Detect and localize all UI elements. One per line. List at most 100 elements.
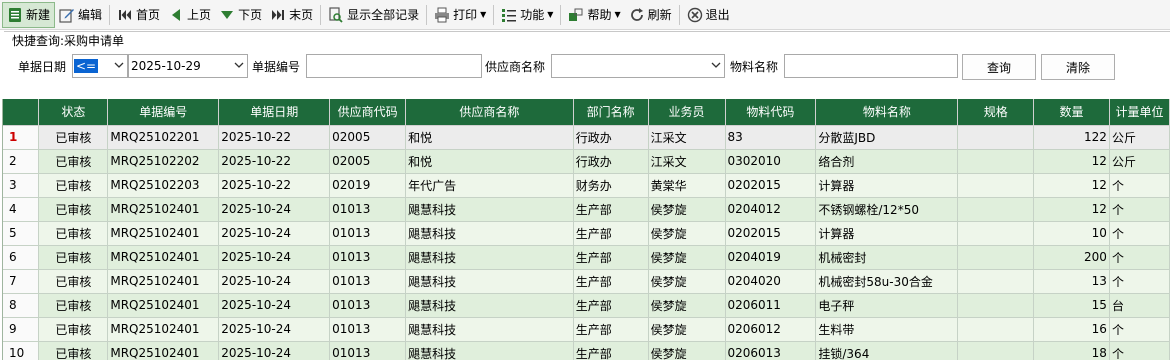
material-label: 物料名称 xyxy=(730,60,779,74)
table-row[interactable]: 5 已审核 MRQ25102401 2025-10-24 01013 飓慧科技 生产部 侯梦旋… xyxy=(3,221,1170,246)
help-button[interactable]: 帮助 ▼ xyxy=(564,2,624,28)
cell-material-code: 0302010 xyxy=(725,149,817,174)
table-row[interactable]: 6 已审核 MRQ25102401 2025-10-24 01013 飓慧科技 生产部 侯梦旋… xyxy=(3,245,1170,270)
column-header-doc-date[interactable]: 单据日期 xyxy=(218,99,331,126)
cell-spec xyxy=(957,125,1035,150)
query-button[interactable]: 查询 xyxy=(962,54,1036,80)
column-header-status[interactable]: 状态 xyxy=(38,99,109,126)
prev-page-icon xyxy=(168,7,184,23)
new-doc-icon xyxy=(7,7,23,23)
table-row[interactable]: 8 已审核 MRQ25102401 2025-10-24 01013 飓慧科技 生产部 侯梦旋… xyxy=(3,293,1170,318)
first-page-button[interactable]: 首页 xyxy=(113,2,164,28)
date-value: 2025-10-29 xyxy=(131,59,201,73)
cell-unit: 个 xyxy=(1109,245,1170,270)
table-row[interactable]: 9 已审核 MRQ25102401 2025-10-24 01013 飓慧科技 生产部 侯梦旋… xyxy=(3,317,1170,342)
cell-doc-date: 2025-10-24 xyxy=(218,245,331,270)
cell-status: 已审核 xyxy=(38,173,109,198)
column-header-quantity[interactable]: 数量 xyxy=(1033,99,1110,126)
prev-page-button[interactable]: 上页 xyxy=(164,2,215,28)
cell-doc-date: 2025-10-24 xyxy=(218,197,331,222)
table-row[interactable]: 2 已审核 MRQ25102202 2025-10-22 02005 和悦 行政办 江采文 03… xyxy=(3,149,1170,174)
next-page-button[interactable]: 下页 xyxy=(215,2,266,28)
toolbar-separator xyxy=(493,4,495,25)
cell-material-name: 挂锁/364 xyxy=(815,341,959,360)
last-page-button[interactable]: 末页 xyxy=(266,2,317,28)
cell-quantity: 18 xyxy=(1033,341,1110,360)
cell-department: 生产部 xyxy=(573,317,649,342)
column-header-supplier-code[interactable]: 供应商代码 xyxy=(329,99,407,126)
function-button[interactable]: 功能 ▼ xyxy=(497,2,557,28)
table-row[interactable]: 10 已审核 MRQ25102401 2025-10-24 01013 飓慧科技 生产部 侯梦… xyxy=(3,341,1170,360)
cell-unit: 台 xyxy=(1109,293,1170,318)
cell-status: 已审核 xyxy=(38,125,109,150)
edit-button[interactable]: 编辑 xyxy=(55,2,106,28)
cell-supplier-name: 飓慧科技 xyxy=(405,197,574,222)
cell-salesperson: 侯梦旋 xyxy=(648,245,726,270)
table-row[interactable]: 3 已审核 MRQ25102203 2025-10-22 02019 年代广告 财务办 黄棠华… xyxy=(3,173,1170,198)
cell-spec xyxy=(957,149,1035,174)
toolbar-separator xyxy=(678,4,680,25)
cell-material-name: 计算器 xyxy=(815,173,959,198)
cell-unit: 个 xyxy=(1109,341,1170,360)
supplier-select[interactable] xyxy=(551,54,725,78)
doc-no-input[interactable] xyxy=(306,54,482,78)
material-input[interactable] xyxy=(784,54,958,78)
column-header-doc-no[interactable]: 单据编号 xyxy=(107,99,220,126)
cell-status: 已审核 xyxy=(38,293,109,318)
clear-button[interactable]: 清除 xyxy=(1041,54,1115,80)
first-page-icon xyxy=(117,7,133,23)
cell-material-name: 不锈钢螺栓/12*50 xyxy=(815,197,959,222)
column-header-salesperson[interactable]: 业务员 xyxy=(648,99,726,126)
column-header-department[interactable]: 部门名称 xyxy=(573,99,649,126)
cell-material-code: 0206013 xyxy=(725,341,817,360)
cell-doc-no: MRQ25102401 xyxy=(107,293,220,318)
new-button[interactable]: 新建 xyxy=(2,1,56,28)
cell-doc-no: MRQ25102202 xyxy=(107,149,220,174)
column-header-row-number[interactable] xyxy=(3,99,40,126)
cell-supplier-name: 飓慧科技 xyxy=(405,293,574,318)
cell-row-number: 1 xyxy=(3,125,40,150)
function-label: 功能 xyxy=(520,8,545,22)
toolbar: 新建 编辑 首页 上页 下页 末页 显示全部记录 打印 ▼ 功能 ▼ 帮助 ▼ … xyxy=(0,0,1170,30)
cell-doc-date: 2025-10-24 xyxy=(218,221,331,246)
exit-button[interactable]: 退出 xyxy=(683,2,734,28)
date-operator-select[interactable]: <= xyxy=(72,54,128,78)
cell-quantity: 15 xyxy=(1033,293,1110,318)
print-button[interactable]: 打印 ▼ xyxy=(430,2,490,28)
date-picker[interactable]: 2025-10-29 xyxy=(128,54,248,78)
column-header-spec[interactable]: 规格 xyxy=(957,99,1035,126)
column-header-supplier-name[interactable]: 供应商名称 xyxy=(405,99,574,126)
edit-button-label: 编辑 xyxy=(78,8,103,22)
cell-material-name: 机械密封58u-30合金 xyxy=(815,269,959,294)
cell-spec xyxy=(957,269,1035,294)
cell-salesperson: 侯梦旋 xyxy=(648,197,726,222)
cell-spec xyxy=(957,173,1035,198)
cell-status: 已审核 xyxy=(38,197,109,222)
cell-department: 生产部 xyxy=(573,197,649,222)
cell-doc-date: 2025-10-24 xyxy=(218,269,331,294)
cell-material-code: 0206012 xyxy=(725,317,817,342)
cell-spec xyxy=(957,221,1035,246)
cell-quantity: 12 xyxy=(1033,197,1110,222)
cell-material-name: 机械密封 xyxy=(815,245,959,270)
column-header-material-code[interactable]: 物料代码 xyxy=(725,99,817,126)
cell-salesperson: 黄棠华 xyxy=(648,173,726,198)
cell-unit: 个 xyxy=(1109,173,1170,198)
quick-search-row: 单据日期 <= 2025-10-29 单据编号 供应商名称 物料名称 查询 清除 xyxy=(4,54,1170,80)
show-all-button[interactable]: 显示全部记录 xyxy=(324,2,423,28)
function-icon xyxy=(501,7,517,23)
table-row[interactable]: 7 已审核 MRQ25102401 2025-10-24 01013 飓慧科技 生产部 侯梦旋… xyxy=(3,269,1170,294)
column-header-material-name[interactable]: 物料名称 xyxy=(815,99,959,126)
cell-material-name: 络合剂 xyxy=(815,149,959,174)
purchase-request-grid: 状态 单据编号 单据日期 供应商代码 供应商名称 部门名称 业务员 物料代码 物料名称 规格 数量计… xyxy=(2,99,1170,360)
chevron-down-icon xyxy=(113,59,125,71)
table-row[interactable]: 1 已审核 MRQ25102201 2025-10-22 02005 和悦 行政办 江采文 83… xyxy=(3,125,1170,150)
column-header-unit[interactable]: 计量单位 xyxy=(1109,99,1170,126)
cell-row-number: 6 xyxy=(3,245,40,270)
cell-supplier-code: 01013 xyxy=(329,197,407,222)
cell-material-code: 0202015 xyxy=(725,173,817,198)
cell-supplier-code: 02005 xyxy=(329,125,407,150)
cell-material-name: 分散蓝JBD xyxy=(815,125,959,150)
refresh-button[interactable]: 刷新 xyxy=(625,2,676,28)
table-row[interactable]: 4 已审核 MRQ25102401 2025-10-24 01013 飓慧科技 生产部 侯梦旋… xyxy=(3,197,1170,222)
